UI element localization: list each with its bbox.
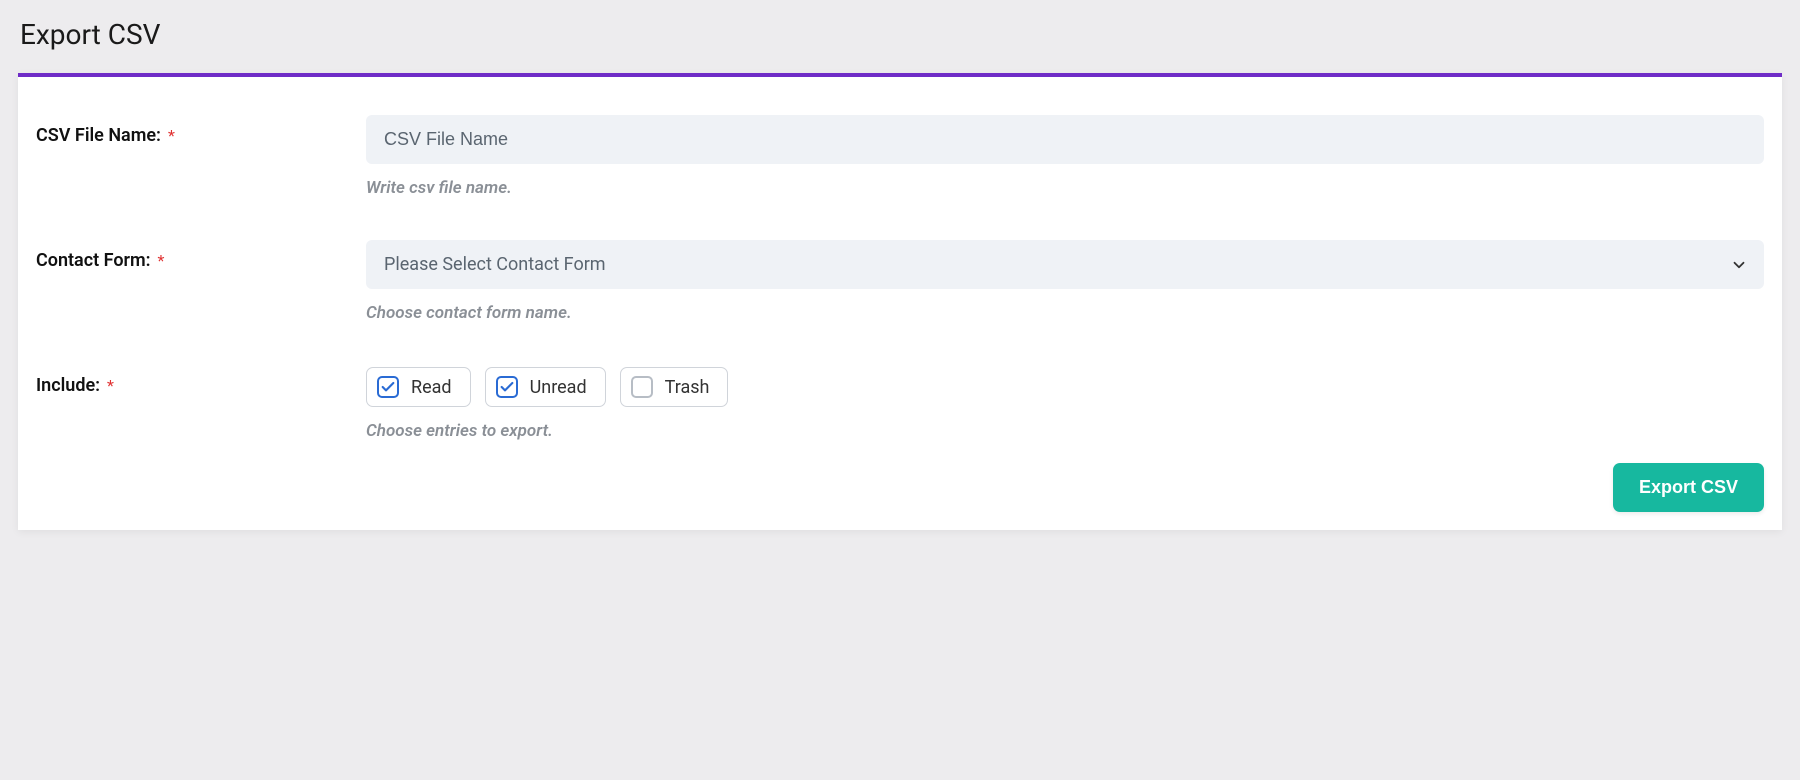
page-title: Export CSV (18, 18, 1782, 51)
include-label: Include: (36, 375, 100, 396)
row-contact-form: Contact Form: * Please Select Contact Fo… (36, 240, 1764, 323)
required-indicator: * (168, 126, 175, 145)
export-csv-card: CSV File Name: * Write csv file name. Co… (18, 73, 1782, 530)
required-indicator: * (107, 376, 114, 395)
export-csv-button[interactable]: Export CSV (1613, 463, 1764, 512)
checkbox-checked-icon (377, 376, 399, 398)
row-csv-file-name: CSV File Name: * Write csv file name. (36, 115, 1764, 198)
checkbox-unchecked-icon (631, 376, 653, 398)
row-include: Include: * Read Unread (36, 365, 1764, 441)
include-trash-checkbox[interactable]: Trash (620, 367, 729, 407)
include-read-checkbox[interactable]: Read (366, 367, 471, 407)
csv-file-name-help: Write csv file name. (366, 178, 1764, 198)
csv-file-name-input[interactable] (366, 115, 1764, 164)
include-unread-checkbox[interactable]: Unread (485, 367, 606, 407)
required-indicator: * (158, 251, 165, 270)
contact-form-select[interactable]: Please Select Contact Form (366, 240, 1764, 289)
contact-form-help: Choose contact form name. (366, 303, 1764, 323)
contact-form-label: Contact Form: (36, 250, 151, 271)
include-read-label: Read (411, 377, 452, 398)
include-help: Choose entries to export. (366, 421, 1764, 441)
include-unread-label: Unread (530, 377, 587, 398)
csv-file-name-label: CSV File Name: (36, 125, 161, 146)
checkbox-checked-icon (496, 376, 518, 398)
include-checkbox-group: Read Unread Trash (366, 367, 1764, 407)
actions-row: Export CSV (36, 463, 1764, 512)
include-trash-label: Trash (665, 377, 710, 398)
